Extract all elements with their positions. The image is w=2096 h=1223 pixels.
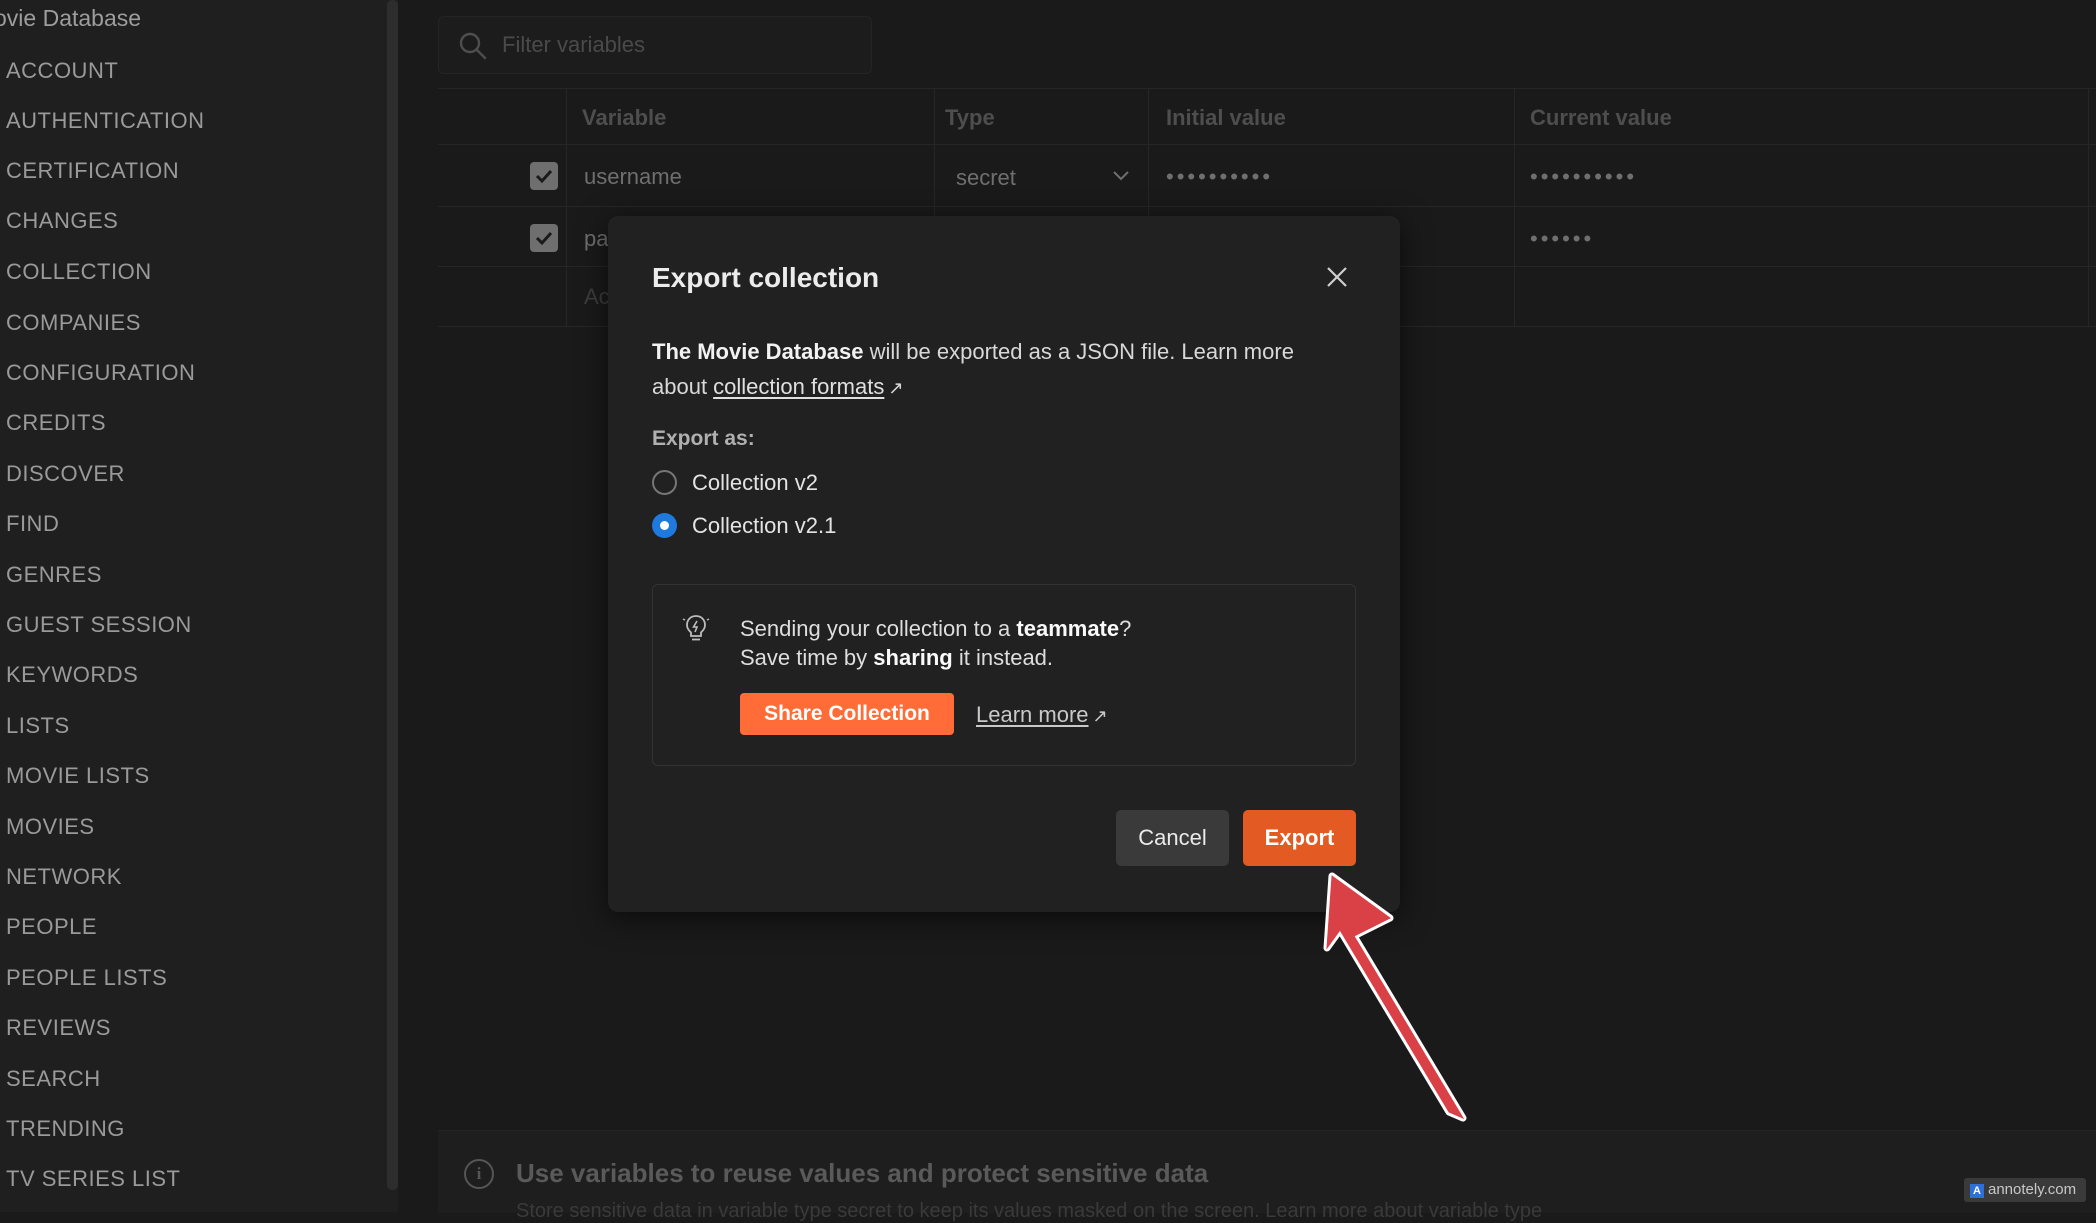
share-tip-box bbox=[652, 584, 1356, 766]
search-icon bbox=[459, 32, 487, 60]
sidebar-item-credits[interactable]: CREDITS bbox=[6, 410, 106, 436]
column-header-current[interactable]: Current value bbox=[1530, 105, 1672, 131]
initial-value[interactable]: •••••••••• bbox=[1166, 164, 1273, 190]
collection-title[interactable]: ovie Database bbox=[0, 5, 141, 32]
sidebar-item-collection[interactable]: COLLECTION bbox=[6, 259, 152, 285]
column-header-variable[interactable]: Variable bbox=[582, 105, 666, 131]
export-button[interactable]: Export bbox=[1243, 810, 1356, 866]
sidebar-item-trending[interactable]: TRENDING bbox=[6, 1116, 125, 1142]
sidebar-item-changes[interactable]: CHANGES bbox=[6, 208, 118, 234]
info-icon: i bbox=[464, 1159, 494, 1189]
sidebar-item-certification[interactable]: CERTIFICATION bbox=[6, 158, 179, 184]
cancel-button[interactable]: Cancel bbox=[1116, 810, 1229, 866]
add-variable-input[interactable]: Ac bbox=[584, 284, 610, 310]
sidebar-scrollbar[interactable] bbox=[387, 0, 398, 1190]
share-tip-text: Sending your collection to a teammate? S… bbox=[740, 616, 1132, 670]
radio-collection-v2-1[interactable] bbox=[652, 513, 677, 538]
sidebar-item-people[interactable]: PEOPLE bbox=[6, 914, 97, 940]
export-as-label: Export as: bbox=[652, 427, 755, 450]
variable-name[interactable]: pa bbox=[584, 226, 608, 252]
variable-name[interactable]: username bbox=[584, 164, 682, 190]
dialog-description: The Movie Database will be exported as a… bbox=[652, 334, 1352, 406]
sidebar-item-guest-session[interactable]: GUEST SESSION bbox=[6, 612, 192, 638]
option-label-v2-1[interactable]: Collection v2.1 bbox=[692, 513, 836, 539]
sidebar-item-genres[interactable]: GENRES bbox=[6, 562, 102, 588]
dialog-title: Export collection bbox=[652, 262, 880, 293]
radio-collection-v2[interactable] bbox=[652, 470, 677, 495]
row-checkbox[interactable] bbox=[530, 224, 558, 252]
collection-name: The Movie Database bbox=[652, 339, 864, 364]
chevron-down-icon[interactable] bbox=[1112, 170, 1130, 182]
current-value[interactable]: •••••••••• bbox=[1530, 164, 1637, 190]
info-banner-title: Use variables to reuse values and protec… bbox=[516, 1158, 1209, 1188]
sidebar-item-companies[interactable]: COMPANIES bbox=[6, 310, 141, 336]
learn-more-link[interactable]: Learn more ↗ bbox=[976, 702, 1108, 728]
current-value[interactable]: •••••• bbox=[1530, 226, 1594, 252]
external-link-icon: ↗ bbox=[888, 378, 904, 398]
collection-sidebar: ovie Database ACCOUNT AUTHENTICATION CER… bbox=[0, 0, 398, 1212]
check-icon bbox=[535, 169, 553, 184]
sidebar-item-reviews[interactable]: REVIEWS bbox=[6, 1015, 111, 1041]
column-header-type[interactable]: Type bbox=[945, 105, 995, 131]
sidebar-item-find[interactable]: FIND bbox=[6, 511, 59, 537]
sidebar-item-tv-series-list[interactable]: TV SERIES LIST bbox=[6, 1166, 181, 1192]
annotely-logo-icon: A bbox=[1970, 1184, 1984, 1198]
sidebar-item-network[interactable]: NETWORK bbox=[6, 864, 122, 890]
sidebar-item-keywords[interactable]: KEYWORDS bbox=[6, 662, 138, 688]
column-divider bbox=[2088, 88, 2089, 326]
sidebar-item-account[interactable]: ACCOUNT bbox=[6, 58, 118, 84]
sidebar-item-people-lists[interactable]: PEOPLE LISTS bbox=[6, 965, 167, 991]
column-divider bbox=[566, 88, 567, 326]
sidebar-item-discover[interactable]: DISCOVER bbox=[6, 461, 125, 487]
column-divider bbox=[1514, 88, 1515, 326]
table-top-border bbox=[438, 88, 2096, 89]
external-link-icon: ↗ bbox=[1092, 706, 1108, 726]
check-icon bbox=[535, 231, 553, 246]
sidebar-item-movie-lists[interactable]: MOVIE LISTS bbox=[6, 763, 150, 789]
collection-formats-link[interactable]: collection formats bbox=[713, 374, 884, 399]
row-divider bbox=[438, 206, 2096, 207]
header-divider bbox=[438, 144, 2096, 145]
row-checkbox[interactable] bbox=[530, 162, 558, 190]
column-header-initial[interactable]: Initial value bbox=[1166, 105, 1286, 131]
sidebar-item-search[interactable]: SEARCH bbox=[6, 1066, 101, 1092]
sidebar-item-configuration[interactable]: CONFIGURATION bbox=[6, 360, 195, 386]
sidebar-item-lists[interactable]: LISTS bbox=[6, 713, 70, 739]
lightbulb-icon bbox=[682, 615, 710, 641]
sidebar-item-movies[interactable]: MOVIES bbox=[6, 814, 95, 840]
sidebar-item-authentication[interactable]: AUTHENTICATION bbox=[6, 108, 204, 134]
share-collection-button[interactable]: Share Collection bbox=[740, 693, 954, 735]
filter-placeholder: Filter variables bbox=[502, 32, 646, 57]
watermark: Aannotely.com bbox=[1964, 1178, 2086, 1202]
close-icon[interactable] bbox=[1322, 262, 1352, 292]
type-select[interactable]: secret bbox=[956, 165, 1016, 191]
option-label-v2[interactable]: Collection v2 bbox=[692, 470, 818, 496]
export-collection-dialog bbox=[608, 216, 1400, 912]
